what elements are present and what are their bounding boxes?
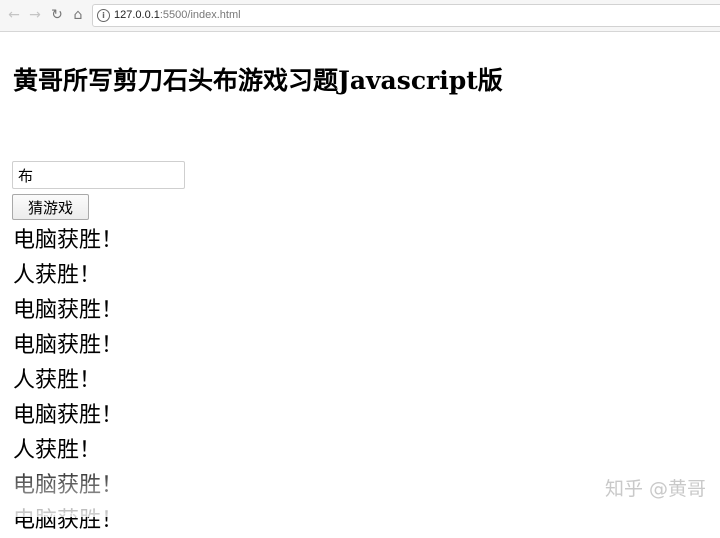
url-host: 127.0.0.1 — [114, 9, 160, 21]
browser-toolbar: ← → ↻ ⌂ i 127.0.0.1:5500/index.html — [0, 0, 720, 32]
address-bar[interactable]: i 127.0.0.1:5500/index.html — [92, 4, 720, 27]
results-list: 电脑获胜！ 人获胜！ 电脑获胜！ 电脑获胜！ 人获胜！ 电脑获胜！ 人获胜！ 电… — [13, 223, 123, 538]
url-text[interactable]: 127.0.0.1:5500/index.html — [114, 8, 241, 23]
zhihu-watermark: 知乎 @黄哥 — [604, 478, 706, 500]
result-item: 人获胜！ — [13, 438, 102, 463]
result-item: 电脑获胜！ — [13, 403, 124, 428]
choice-input[interactable] — [12, 161, 185, 189]
url-path: :5500/index.html — [159, 9, 241, 21]
result-item: 电脑获胜！ — [13, 473, 124, 498]
result-item: 电脑获胜！ — [13, 298, 124, 323]
result-item: 电脑获胜！ — [13, 333, 124, 358]
guess-game-button[interactable]: 猜游戏 — [12, 194, 89, 220]
info-icon[interactable]: i — [97, 9, 110, 22]
page-title: 黄哥所写剪刀石头布游戏习题Javascript版 — [13, 66, 503, 95]
back-icon[interactable]: ← — [6, 7, 22, 23]
result-item: 电脑获胜！ — [13, 228, 124, 253]
result-item: 人获胜！ — [13, 263, 102, 288]
result-item: 人获胜！ — [13, 368, 102, 393]
result-item: 电脑获胜！ — [13, 508, 124, 533]
home-icon[interactable]: ⌂ — [70, 7, 86, 23]
forward-icon[interactable]: → — [27, 7, 43, 23]
reload-icon[interactable]: ↻ — [49, 7, 65, 23]
